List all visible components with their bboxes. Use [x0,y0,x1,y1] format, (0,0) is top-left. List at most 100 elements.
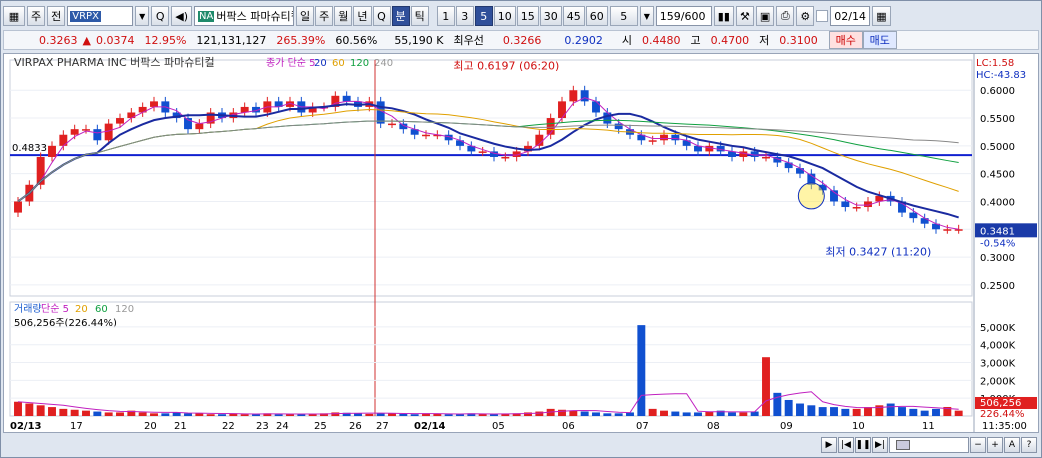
all-button[interactable]: 전 [47,6,66,26]
volume-bar [218,414,226,416]
zoom-slider[interactable] [889,437,969,453]
volume-bar [762,357,770,416]
tab-period-2[interactable]: 월 [334,6,353,26]
buy-button[interactable]: 매수 [828,31,863,49]
volume-tick: 2,000K [980,376,1016,387]
volume-tick: 3,000K [980,359,1016,370]
interval-10[interactable]: 10 [493,6,516,26]
interval-3[interactable]: 3 [455,6,474,26]
candle [569,90,578,102]
time-label: 11:35:00 [982,421,1027,432]
volume-bar [116,412,124,416]
gear-icon[interactable]: ⚙ [796,6,815,26]
x-label: 02/13 [10,421,42,432]
volume-legend-item: 60 [95,304,108,315]
date-input[interactable]: 02/14 [830,6,871,26]
volume-bar [240,414,249,416]
chart-area[interactable]: 0.60000.55000.50000.45000.40000.35000.30… [3,53,1039,433]
volume-bar [376,413,385,416]
interval-30[interactable]: 30 [539,6,562,26]
last-icon[interactable]: ▶| [872,437,888,453]
interval-5[interactable]: 5 [474,6,493,26]
question-icon[interactable]: ? [1021,437,1037,453]
market-button[interactable]: 주 [27,6,46,26]
tab-period-3[interactable]: 년 [353,6,372,26]
best-label: 최우선 [453,34,484,47]
speaker-icon[interactable]: ◀) [171,6,193,26]
custom-interval[interactable]: 5 [609,6,638,26]
change-value: 0.0374 [95,33,135,47]
candle [592,101,600,113]
volume-legend-item: 20 [75,304,88,315]
price-panel [9,59,973,297]
interval-45[interactable]: 45 [562,6,585,26]
volume-bar [444,414,453,416]
volume-bar [864,407,872,416]
x-label: 26 [349,421,362,432]
tools-icon[interactable]: ⚒ [735,6,754,26]
x-label: 09 [780,421,793,432]
legend-item: 120 [350,58,369,69]
print-icon[interactable]: ⎙ [776,6,795,26]
candle [648,140,657,142]
first-icon[interactable]: |◀ [838,437,854,453]
price-tick: 0.6000 [980,86,1015,97]
ticker-input[interactable]: VRPX [67,6,134,26]
tab-period-6[interactable]: 틱 [410,6,429,26]
interval-buttons: 1 3 5 10 15 30 45 60 [436,6,608,26]
interval-15[interactable]: 15 [516,6,539,26]
tab-period-0[interactable]: 일 [296,6,315,26]
volume-bar [184,413,192,416]
chevron-down-icon[interactable]: ▼ [639,6,654,26]
font-icon[interactable]: A [1004,437,1020,453]
volume-bar [365,413,374,416]
candle [558,101,566,119]
candle [342,95,351,102]
volume-bar [580,411,589,416]
plus-icon[interactable]: + [987,437,1003,453]
reference-line-label: 0.4833 [12,143,47,154]
sell-button[interactable]: 매도 [862,31,897,49]
volume-bar [195,413,204,416]
indicator-icon[interactable]: ▮▮ [713,6,734,26]
x-label: 23 [256,421,269,432]
x-label: 05 [492,421,505,432]
x-label: 10 [852,421,865,432]
interval-1[interactable]: 1 [436,6,455,26]
volume-bar [886,403,895,416]
up-arrow-icon: ▲ [82,33,91,47]
count-field[interactable]: 159/600 [655,6,712,26]
minus-icon[interactable]: − [970,437,986,453]
calendar-icon[interactable]: ▦ [872,6,891,26]
image-icon[interactable]: ▣ [755,6,775,26]
volume-bar [932,408,940,416]
interval-60[interactable]: 60 [585,6,608,26]
tab-period-4[interactable]: Q [372,6,391,26]
candle [852,207,861,209]
volume-bar [830,407,838,416]
scroll-bar: ▶ |◀ ❚❚ ▶| − + A ? [3,435,1039,455]
candle [580,90,589,102]
candle [388,123,396,126]
last-price: 0.3263 [39,33,78,47]
pause-icon[interactable]: ❚❚ [855,437,871,453]
tab-period-5[interactable]: 분 [391,6,410,26]
candle [614,123,623,130]
volume-bar [671,411,680,416]
price-volume-chart[interactable]: 0.60000.55000.50000.45000.40000.35000.30… [4,54,1038,432]
x-label: 06 [562,421,575,432]
search-button[interactable]: Q [151,6,170,26]
x-label: 07 [636,421,649,432]
chevron-down-icon[interactable]: ▼ [135,6,150,26]
quote-bar: 0.3263 ▲ 0.0374 12.95% 121,131,127 265.3… [3,30,1039,50]
high-value: 0.4700 [710,33,750,47]
volume-bar [920,410,929,416]
checkbox[interactable] [816,10,829,22]
legend-item: 240 [374,58,393,69]
volume-bar [898,407,906,416]
volume-bar [138,412,147,416]
tab-period-1[interactable]: 주 [315,6,334,26]
play-icon[interactable]: ▶ [821,437,837,453]
price-tick: 0.2500 [980,281,1015,292]
grid-icon[interactable]: ▦ [3,6,25,26]
